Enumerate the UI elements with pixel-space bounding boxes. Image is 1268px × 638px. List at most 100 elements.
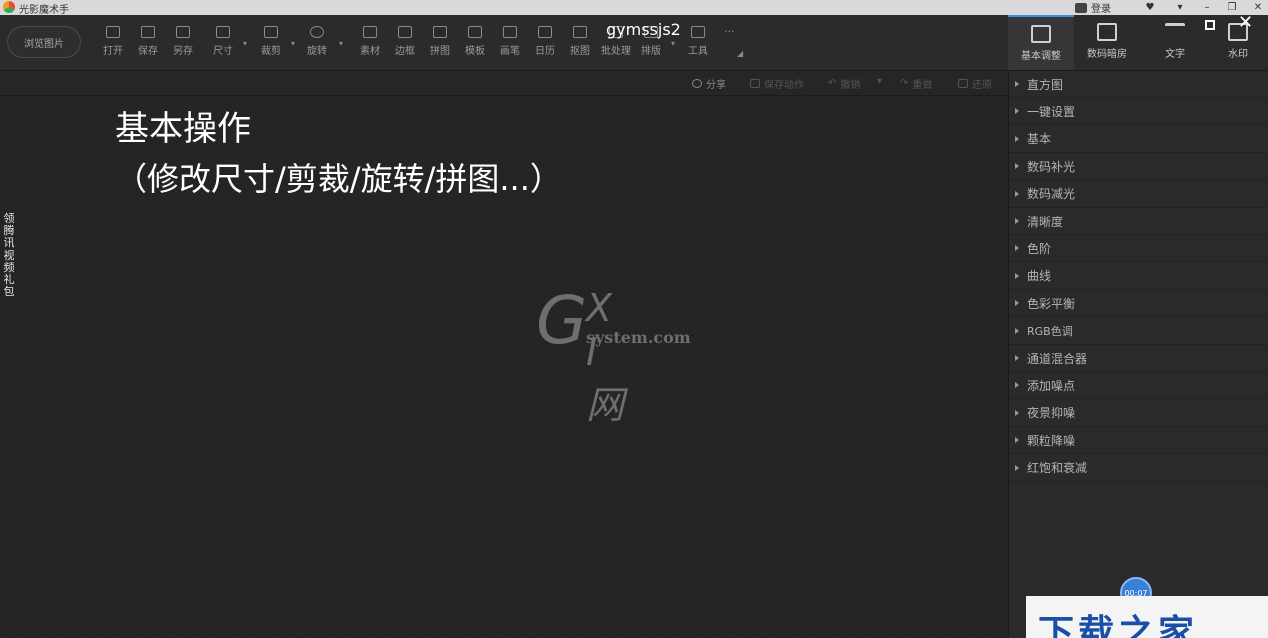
tool-material[interactable]: 素材 [353,26,387,64]
resize-dropdown-icon[interactable]: ▾ [243,39,247,48]
more-tools-button[interactable]: ··· [724,25,735,38]
skin-icon[interactable]: ♥ [1140,0,1160,15]
expand-triangle-icon [1015,135,1019,142]
tab-label: 文字 [1165,49,1185,60]
tool-label: 打开 [103,46,123,57]
adjust-item[interactable]: 数码减光 [1009,181,1268,208]
adjust-item[interactable]: 通道混合器 [1009,345,1268,372]
tool-calendar[interactable]: 日历 [528,26,562,64]
adjust-panel: 直方图 一键设置 基本 数码补光 数码减光 清晰度 色阶 曲线 色彩平衡 RGB… [1008,71,1268,638]
redo-button[interactable]: ↷ 重做 [900,76,932,91]
tool-label: 旋转 [307,46,327,57]
resize-icon [216,26,230,38]
adjust-item-label: 清晰度 [1027,214,1064,229]
tool-collage[interactable]: 拼图 [423,26,457,64]
expand-triangle-icon [1015,163,1019,170]
restore-label: 还原 [972,80,992,91]
tool-frame[interactable]: 边框 [388,26,422,64]
tool-resize[interactable]: 尺寸 [206,26,240,64]
adjust-item-label: 数码减光 [1027,187,1076,202]
adjust-item[interactable]: 色彩平衡 [1009,290,1268,318]
watermark-xi: X I 网 [586,286,625,427]
canvas-heading: 基本操作 [115,109,251,149]
tool-label: 排版 [641,46,661,57]
action-bar: 分享 保存动作 ↶ 撤销 ▾ ↷ 重做 还原 [0,71,1008,96]
adjust-item-label: 夜景抑噪 [1027,406,1076,421]
adjust-item[interactable]: 清晰度 [1009,208,1268,235]
adjust-item[interactable]: 夜景抑噪 [1009,400,1268,427]
login-label: 登录 [1091,4,1111,15]
maximize-icon[interactable] [1205,20,1215,30]
share-button[interactable]: 分享 [692,76,726,91]
tab-text[interactable]: 文字 [1142,15,1208,70]
save-as-icon [176,26,190,38]
tab-digital-darkroom[interactable]: 数码暗房 [1074,15,1140,70]
banner-text: 下载之家 [1038,613,1199,638]
undo-button[interactable]: ↶ 撤销 [828,76,860,91]
tool-cutout[interactable]: 抠图 [563,26,597,64]
tool-template[interactable]: 模板 [458,26,492,64]
tool-label: 边框 [395,46,415,57]
menu-icon[interactable]: ▾ [1170,0,1190,15]
restore-button[interactable]: 还原 [958,76,992,91]
layout-dropdown-icon[interactable]: ▾ [671,39,675,48]
rotate-dropdown-icon[interactable]: ▾ [339,39,343,48]
expand-triangle-icon [1015,327,1019,334]
tool-label: 画笔 [500,46,520,57]
undo-label: 撤销 [840,80,861,91]
rotate-icon [310,26,324,38]
tab-label: 水印 [1228,49,1248,60]
adjust-item-label: 红饱和衰减 [1027,461,1088,476]
tool-label: 日历 [535,46,555,57]
tool-save[interactable]: 保存 [131,26,165,64]
redo-icon: ↷ [900,78,909,89]
adjust-item[interactable]: 直方图 [1009,71,1268,98]
expand-corner-icon[interactable]: ◢ [737,49,743,58]
expand-triangle-icon [1015,108,1019,115]
title-bar: 光影魔术手 登录 ♥ ▾ – ❐ ✕ [0,0,1268,16]
adjust-item[interactable]: 色阶 [1009,235,1268,263]
tool-wrench[interactable]: 工具 [681,26,715,64]
tool-label: 抠图 [570,46,590,57]
tool-rotate[interactable]: 旋转 [300,26,334,64]
main-toolbar: 浏览图片 打开 保存 另存 尺寸 ▾ 裁剪 ▾ 旋转 ▾ 素材 边框 拼图 模板… [0,15,1008,71]
undo-dropdown-icon[interactable]: ▾ [877,76,882,87]
text-icon [1165,23,1185,41]
frame-icon [398,26,412,38]
tool-save-as[interactable]: 另存 [166,26,200,64]
tool-crop[interactable]: 裁剪 [254,26,288,64]
expand-triangle-icon [1015,81,1019,87]
app-title: 光影魔术手 [19,5,69,16]
side-promo-text[interactable]: 领 腾 讯 视 频 礼 包 [2,212,16,298]
adjust-item-label: 直方图 [1027,77,1064,92]
expand-triangle-icon [1015,382,1019,389]
adjust-item-label: 一键设置 [1027,104,1076,119]
tool-open[interactable]: 打开 [96,26,130,64]
adjust-item[interactable]: 曲线 [1009,263,1268,290]
adjust-item[interactable]: 一键设置 [1009,98,1268,126]
login-button[interactable]: 登录 [1075,0,1111,15]
tool-label: 保存 [138,46,158,57]
minimize-icon[interactable]: – [1197,0,1217,15]
adjust-item[interactable]: 添加噪点 [1009,372,1268,400]
tool-brush[interactable]: 画笔 [493,26,527,64]
crop-dropdown-icon[interactable]: ▾ [291,39,295,48]
adjust-item[interactable]: 颗粒降噪 [1009,427,1268,455]
undo-icon: ↶ [828,78,837,89]
right-panel-tabs: 基本调整 数码暗房 文字 水印 [1008,15,1268,71]
expand-triangle-icon [1015,409,1019,416]
tab-label: 基本调整 [1021,51,1061,62]
image-canvas[interactable]: 基本操作 （修改尺寸/剪裁/旋转/拼图...） G X I 网 system.c… [0,96,1007,638]
save-action-label: 保存动作 [764,80,804,91]
browse-images-button[interactable]: 浏览图片 [7,26,81,58]
tab-basic-adjust[interactable]: 基本调整 [1008,15,1074,70]
expand-triangle-icon [1015,464,1019,471]
overlay-close-icon[interactable]: ✕ [1238,14,1253,32]
save-action-button[interactable]: 保存动作 [750,76,804,91]
adjust-item[interactable]: 红饱和衰减 [1009,455,1268,482]
adjust-item[interactable]: 数码补光 [1009,153,1268,181]
adjust-item[interactable]: RGB色调 [1009,318,1268,345]
adjust-icon [1031,25,1051,43]
tool-label: 工具 [688,46,708,57]
adjust-item[interactable]: 基本 [1009,126,1268,153]
